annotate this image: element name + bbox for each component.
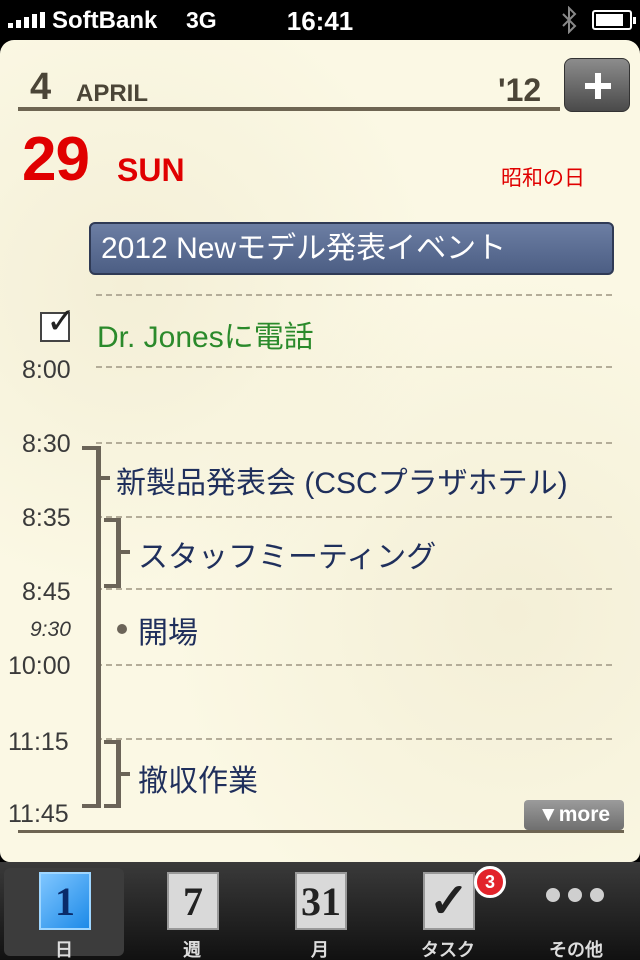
month-number: 4 (30, 66, 52, 108)
week-calendar-icon: 7 (167, 872, 219, 930)
tab-label: 週 (183, 940, 201, 960)
battery-fill (596, 14, 623, 26)
day-number: 29 (22, 125, 90, 194)
time-label: 8:35 (22, 504, 71, 532)
tab-label: 月 (311, 940, 329, 960)
month-name: APRIL (76, 80, 148, 107)
tab-month[interactable]: 31 月 (260, 868, 380, 960)
task-checkbox[interactable]: ✓ (40, 300, 76, 342)
bluetooth-icon (562, 6, 577, 34)
point-event-dot (117, 624, 127, 634)
day-view: 4 APRIL '12 29 SUN 昭和の日 2012 Newモデル発表イベン… (0, 40, 640, 862)
all-day-event[interactable]: 2012 Newモデル発表イベント (89, 222, 614, 275)
separator (96, 664, 612, 666)
holiday-label: 昭和の日 (501, 167, 585, 190)
separator (96, 516, 612, 518)
status-clock: 16:41 (286, 6, 354, 36)
separator (96, 738, 612, 740)
separator (96, 294, 612, 296)
status-bar: SoftBank 3G 16:41 (0, 0, 640, 40)
checkmark-icon: ✓ (46, 300, 77, 341)
add-event-button[interactable] (564, 58, 630, 112)
task-count-badge: 3 (474, 866, 506, 898)
battery-icon (592, 10, 636, 30)
tab-label: その他 (549, 940, 603, 960)
event-item[interactable]: 撤収作業 (138, 756, 258, 800)
tab-other[interactable]: その他 (516, 868, 636, 960)
tab-label: タスク (421, 940, 475, 960)
event-item[interactable]: 開場 (138, 608, 198, 652)
separator (96, 588, 612, 590)
time-label: 8:30 (22, 430, 71, 458)
task-check-icon: ✓ (423, 872, 475, 930)
time-label: 10:00 (8, 652, 71, 680)
more-dots-icon (546, 888, 604, 902)
tab-bar: 1 日 7 週 31 月 ✓ タスク その他 (0, 862, 640, 960)
event-item[interactable]: 新製品発表会 (CSCプラザホテル) (116, 458, 568, 502)
tab-day[interactable]: 1 日 (4, 868, 124, 960)
more-button[interactable]: ▼more (524, 800, 624, 830)
weekday-label: SUN (117, 152, 185, 188)
header-divider (18, 107, 560, 111)
month-calendar-icon: 31 (295, 872, 347, 930)
event-item[interactable]: スタッフミーティング (138, 532, 436, 576)
day-calendar-icon: 1 (39, 872, 91, 930)
time-label: 8:45 (22, 578, 71, 606)
time-label: 11:15 (8, 728, 69, 756)
separator (96, 366, 612, 368)
time-label: 8:00 (22, 356, 71, 384)
bottom-divider (18, 830, 624, 833)
task-item[interactable]: Dr. Jonesに電話 (97, 312, 314, 356)
tab-label: 日 (55, 940, 73, 960)
time-label: 11:45 (8, 800, 69, 828)
tab-week[interactable]: 7 週 (132, 868, 252, 960)
separator (96, 442, 612, 444)
time-label: 9:30 (30, 618, 71, 641)
year-label: '12 (498, 72, 542, 108)
